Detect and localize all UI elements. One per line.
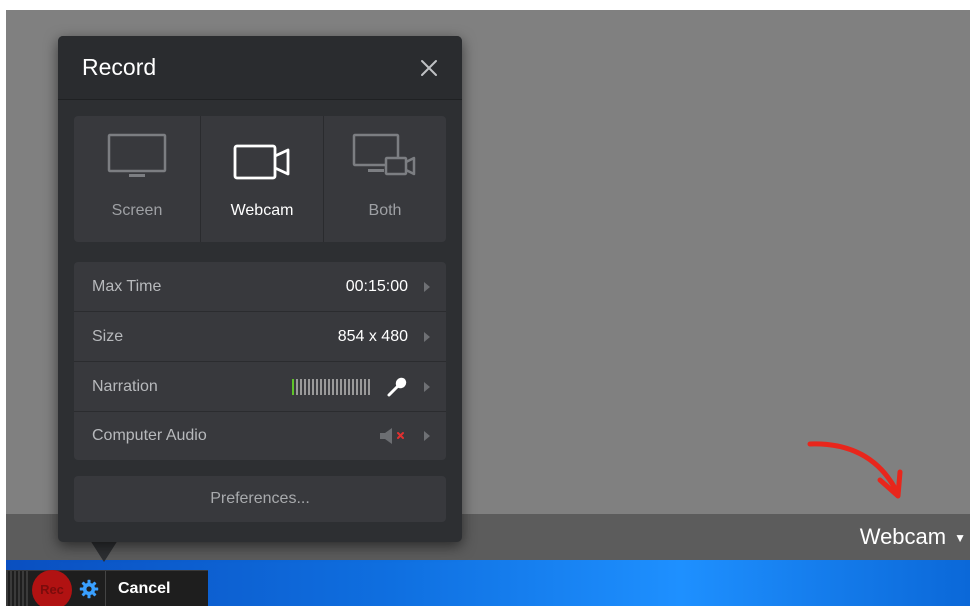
- mic-level-meter: [292, 378, 370, 395]
- setting-label: Max Time: [92, 277, 162, 295]
- panel-header: Record: [58, 36, 462, 100]
- record-button-label: Rec: [40, 582, 64, 597]
- mode-both-button[interactable]: Both: [324, 116, 446, 242]
- setting-row-computer-audio[interactable]: Computer Audio: [74, 412, 446, 460]
- chevron-right-icon: [408, 281, 446, 292]
- close-button[interactable]: [420, 59, 438, 77]
- settings-button[interactable]: [72, 571, 106, 606]
- capture-source-dropdown[interactable]: Webcam ▼: [860, 519, 966, 555]
- gear-icon: [79, 579, 98, 598]
- setting-row-narration[interactable]: Narration: [74, 362, 446, 412]
- setting-label: Size: [92, 327, 124, 345]
- mode-webcam-button[interactable]: Webcam: [201, 116, 324, 242]
- webcam-icon: [233, 144, 290, 180]
- speaker-muted-icon: [380, 428, 404, 444]
- close-icon: [421, 59, 437, 76]
- annotation-arrow-icon: [807, 441, 903, 499]
- setting-row-size[interactable]: Size 854 x 480: [74, 312, 446, 362]
- mode-screen-button[interactable]: Screen: [74, 116, 201, 242]
- setting-label: Narration: [92, 377, 158, 395]
- panel-title: Record: [82, 54, 157, 80]
- record-button[interactable]: Rec: [32, 569, 72, 606]
- setting-row-max-time[interactable]: Max Time 00:15:00: [74, 262, 446, 312]
- mode-both-label: Both: [368, 202, 402, 219]
- chevron-right-icon: [408, 431, 446, 441]
- mode-webcam-label: Webcam: [230, 202, 294, 219]
- setting-label: Computer Audio: [92, 427, 207, 444]
- preferences-button[interactable]: Preferences...: [74, 476, 446, 522]
- monitor-icon: [107, 133, 167, 177]
- microphone-icon: [387, 377, 407, 396]
- setting-value: 00:15:00: [345, 277, 408, 295]
- chevron-down-icon: ▼: [954, 531, 966, 545]
- record-panel: Record Screen Webcam Both Max Time 00:15…: [58, 36, 462, 542]
- settings-list: Max Time 00:15:00 Size 854 x 480 Narrati…: [74, 262, 446, 460]
- monitor-webcam-icon: [352, 133, 416, 176]
- recorder-toolbar: Rec Cancel: [6, 569, 208, 606]
- record-mode-selector: Screen Webcam Both: [74, 116, 446, 242]
- mode-screen-label: Screen: [111, 202, 163, 219]
- panel-pointer: [90, 540, 118, 562]
- drag-handle[interactable]: [6, 571, 28, 606]
- capture-source-label: Webcam: [859, 524, 947, 549]
- setting-value: 854 x 480: [337, 327, 408, 345]
- chevron-right-icon: [408, 331, 446, 342]
- cancel-button[interactable]: Cancel: [106, 580, 170, 598]
- chevron-right-icon: [408, 381, 446, 392]
